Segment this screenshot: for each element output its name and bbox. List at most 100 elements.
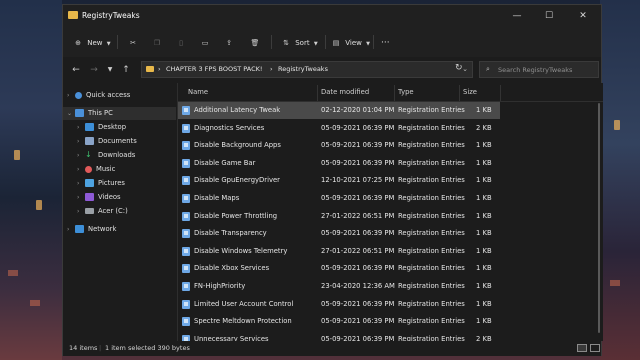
minimize-button[interactable]: — [501, 7, 533, 25]
nav-documents[interactable]: › Documents [77, 135, 137, 148]
file-row[interactable]: FN-HighPriority 23-04-2020 12:36 AM Regist… [178, 278, 500, 295]
column-divider[interactable] [317, 85, 318, 101]
column-divider[interactable] [394, 85, 395, 101]
file-row[interactable]: Disable GpuEnergyDriver 12-10-2021 07:25 … [178, 172, 500, 189]
toolbar-divider [117, 35, 118, 49]
file-row[interactable]: Disable Windows Telemetry 27-01-2022 06:5… [178, 243, 500, 260]
file-type: Registration Entries [398, 246, 465, 255]
file-type: Registration Entries [398, 176, 465, 185]
nav-pictures[interactable]: › Pictures [77, 177, 125, 190]
back-button[interactable]: ← [69, 63, 83, 77]
chevron-right-icon: › [77, 124, 80, 131]
nav-label: Downloads [98, 151, 136, 159]
file-date: 05-09-2021 06:39 PM [321, 229, 395, 238]
file-type: Registration Entries [398, 264, 465, 273]
desktop-icon [85, 123, 94, 131]
rename-icon: ▭ [201, 39, 209, 47]
recent-locations-button[interactable]: ▼ [103, 63, 117, 77]
view-button[interactable]: ▤ View ▼ [331, 35, 370, 51]
file-size: 1 KB [476, 264, 492, 273]
file-date: 23-04-2020 12:36 AM [321, 282, 395, 290]
search-box[interactable]: ⌕ [479, 61, 599, 78]
search-icon: ⌕ [486, 65, 490, 73]
tiles-view-button[interactable] [590, 344, 600, 352]
details-view-button[interactable] [577, 344, 587, 352]
file-type: Registration Entries [398, 141, 465, 150]
column-date[interactable]: Date modified [321, 88, 369, 96]
maximize-button[interactable]: ☐ [533, 7, 565, 25]
registry-file-icon [182, 106, 190, 115]
registry-file-icon [182, 141, 190, 151]
share-button[interactable]: ⇪ [223, 35, 235, 51]
chevron-right-icon: › [77, 208, 80, 215]
cut-button[interactable]: ✂ [127, 35, 139, 51]
plus-icon: ⊕ [75, 39, 81, 47]
videos-icon [85, 193, 94, 201]
column-divider[interactable] [459, 85, 460, 101]
file-date: 27-01-2022 06:51 PM [321, 211, 395, 220]
breadcrumb-item[interactable]: CHAPTER 3 FPS BOOST PACK! [166, 65, 263, 73]
delete-button[interactable]: 🗑 [249, 35, 261, 51]
new-button[interactable]: ⊕ New ▼ [73, 35, 111, 51]
copy-button[interactable]: ❐ [151, 35, 163, 51]
file-type: Registration Entries [398, 282, 465, 290]
file-size: 2 KB [476, 123, 492, 132]
chevron-down-icon[interactable]: ⌄ [462, 65, 468, 73]
rename-button[interactable]: ▭ [199, 35, 211, 51]
file-type: Registration Entries [398, 317, 465, 326]
nav-videos[interactable]: › Videos [77, 191, 121, 204]
file-row[interactable]: Disable Game Bar 05-09-2021 06:39 PM Regis… [178, 155, 500, 172]
arrow-left-icon: ← [72, 65, 80, 75]
nav-desktop[interactable]: › Desktop [77, 121, 126, 134]
desktop-wallpaper-left [0, 0, 62, 360]
nav-this-pc[interactable]: ⌄ This PC [63, 107, 176, 120]
nav-drive-c[interactable]: › Acer (C:) [77, 205, 128, 218]
chevron-down-icon: ▼ [313, 41, 318, 47]
file-row[interactable]: Disable Transparency 05-09-2021 06:39 PM R… [178, 225, 500, 242]
more-options-button[interactable]: ··· [381, 35, 390, 51]
nav-network[interactable]: › Network [67, 223, 116, 236]
file-size: 1 KB [476, 194, 492, 202]
file-row[interactable]: Diagnostics Services 05-09-2021 06:39 PM R… [178, 120, 500, 137]
file-date: 05-09-2021 06:39 PM [321, 158, 395, 167]
search-input[interactable] [498, 64, 594, 76]
file-row[interactable]: Disable Maps 05-09-2021 06:39 PM Registrat… [178, 190, 500, 207]
view-icon: ▤ [332, 39, 340, 47]
column-size[interactable]: Size [463, 88, 477, 96]
wallpaper-lamp [14, 150, 20, 160]
arrow-right-icon: → [90, 65, 98, 75]
forward-button[interactable]: → [87, 63, 101, 77]
breadcrumb-item[interactable]: RegistryTweaks [278, 65, 328, 73]
column-divider[interactable] [500, 85, 501, 101]
title-bar[interactable]: RegistryTweaks — ☐ ✕ [63, 5, 601, 27]
file-row[interactable]: Additional Latency Tweak 02-12-2020 01:04… [178, 102, 500, 119]
chevron-down-icon: ⌄ [67, 110, 73, 117]
file-row[interactable]: Spectre Meltdown Protection 05-09-2021 06… [178, 313, 500, 330]
file-row[interactable]: Disable Background Apps 05-09-2021 06:39 … [178, 137, 500, 154]
address-row: ← → ▼ ↑ › CHAPTER 3 FPS BOOST PACK! › Re… [63, 57, 601, 83]
refresh-button[interactable]: ↻ [455, 63, 463, 73]
download-arrow-icon: ↓ [85, 150, 92, 159]
toolbar-divider [325, 35, 326, 49]
chevron-down-icon: ▼ [106, 41, 111, 47]
file-row[interactable]: Disable Power Throttling 27-01-2022 06:51… [178, 208, 500, 225]
nav-music[interactable]: › Music [77, 163, 115, 176]
address-bar[interactable]: › CHAPTER 3 FPS BOOST PACK! › RegistryTw… [141, 61, 473, 78]
file-name: Spectre Meltdown Protection [194, 317, 292, 326]
column-type[interactable]: Type [398, 88, 414, 96]
close-button[interactable]: ✕ [567, 7, 599, 25]
file-row[interactable]: Limited User Account Control 05-09-2021 0… [178, 296, 500, 313]
sort-button[interactable]: ⇅ Sort ▼ [281, 35, 318, 51]
drive-icon [85, 208, 94, 214]
registry-file-icon [182, 194, 190, 203]
nav-downloads[interactable]: › ↓ Downloads [77, 149, 135, 162]
up-button[interactable]: ↑ [119, 63, 133, 77]
file-date: 05-09-2021 06:39 PM [321, 141, 395, 150]
nav-quick-access[interactable]: › Quick access [67, 89, 130, 102]
chevron-right-icon: › [77, 180, 80, 187]
file-row[interactable]: Disable Xbox Services 05-09-2021 06:39 PM… [178, 260, 500, 277]
paste-button[interactable]: ▯ [175, 35, 187, 51]
registry-file-icon [182, 211, 190, 221]
column-name[interactable]: Name [188, 88, 208, 96]
vertical-scrollbar[interactable] [598, 103, 600, 333]
